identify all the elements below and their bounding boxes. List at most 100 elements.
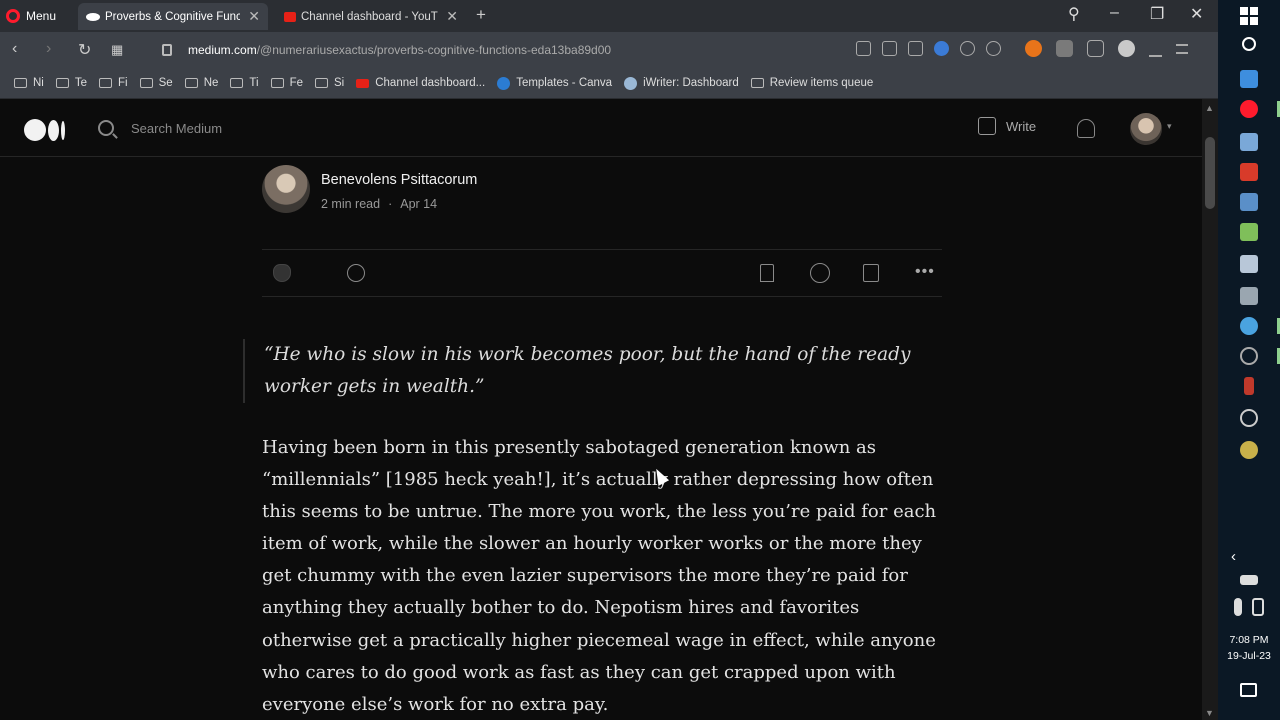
extensions-cube-icon[interactable] <box>1087 40 1104 57</box>
close-tab-icon[interactable]: ✕ <box>248 8 260 25</box>
app-files-icon[interactable] <box>1240 133 1258 151</box>
microphone-icon[interactable] <box>1234 598 1242 616</box>
bookmarks-bar: Ni Te Fi Se Ne Ti Fe Si Channel dashboar… <box>0 68 1218 99</box>
bookmark-folder[interactable]: Fi <box>99 77 128 89</box>
app-red-icon[interactable] <box>1244 377 1254 395</box>
bookmark-folder[interactable]: Se <box>139 77 173 89</box>
write-label: Write <box>1006 118 1037 134</box>
volume-icon[interactable] <box>1252 598 1264 616</box>
search-icon[interactable] <box>98 120 114 136</box>
bookmark-folder[interactable]: Fe <box>270 77 303 89</box>
tab-proverbs[interactable]: Proverbs & Cognitive Func ✕ <box>78 3 268 30</box>
clap-icon[interactable] <box>273 264 291 282</box>
back-button[interactable]: ‹ <box>12 40 17 58</box>
system-clock[interactable]: 7:08 PM 19-Jul-23 <box>1218 632 1280 664</box>
opera-taskbar-icon[interactable] <box>1240 100 1258 118</box>
author-name[interactable]: Benevolens Psittacorum <box>321 172 477 188</box>
share-icon[interactable] <box>863 264 879 282</box>
more-options-icon[interactable]: ••• <box>915 263 935 281</box>
response-icon[interactable] <box>347 264 365 282</box>
app-blue-icon[interactable] <box>1240 70 1258 88</box>
scrollbar-thumb[interactable] <box>1205 137 1215 209</box>
snapshot-icon[interactable] <box>908 41 923 56</box>
bookmark-icon[interactable] <box>760 264 774 282</box>
scroll-up-icon[interactable]: ▲ <box>1205 103 1214 113</box>
tab-title: Proverbs & Cognitive Func <box>105 10 241 23</box>
medium-favicon-icon <box>86 12 100 21</box>
iwriter-icon <box>624 76 638 90</box>
forward-button[interactable]: › <box>46 40 51 58</box>
close-window-button[interactable]: ✕ <box>1190 4 1203 24</box>
app-globe-icon[interactable] <box>1240 317 1258 335</box>
bookmark-folder[interactable]: Ti <box>230 77 259 89</box>
lock-icon <box>162 44 172 56</box>
reload-button[interactable]: ↻ <box>78 40 91 60</box>
heart-icon[interactable] <box>986 41 1001 56</box>
chevron-down-icon[interactable]: ▾ <box>1167 121 1172 132</box>
scroll-down-icon[interactable]: ▼ <box>1205 708 1214 718</box>
easy-setup-icon[interactable] <box>1176 43 1188 54</box>
tab-search-icon[interactable]: ⚲ <box>1068 4 1080 24</box>
minimize-button[interactable]: – <box>1110 4 1119 22</box>
bookmark-channel-dashboard[interactable]: Channel dashboard... <box>356 77 485 89</box>
user-avatar[interactable] <box>1130 113 1162 145</box>
article-action-bar: ••• <box>262 249 942 297</box>
restore-button[interactable]: ❐ <box>1150 4 1164 24</box>
bookmark-folder[interactable]: Ne <box>184 77 218 89</box>
article-meta: 2 min read · Apr 14 <box>321 197 437 211</box>
page-scrollbar[interactable]: ▲ ▼ <box>1202 99 1218 720</box>
bookmark-label: Templates - Canva <box>516 77 613 89</box>
close-tab-icon[interactable]: ✕ <box>446 8 458 25</box>
address-toolbar: ‹ › ↻ ▦ medium.com /@numerariusexactus/p… <box>0 32 1218 68</box>
bookmark-review-queue[interactable]: Review items queue <box>750 77 873 89</box>
bookmark-label: Te <box>74 77 88 89</box>
folder-icon <box>230 78 244 88</box>
app-yellow-icon[interactable] <box>1240 441 1258 459</box>
bookmark-folder[interactable]: Te <box>55 77 88 89</box>
author-avatar[interactable] <box>262 165 310 213</box>
app-circle-icon[interactable] <box>1240 347 1258 365</box>
medium-logo[interactable] <box>24 119 65 141</box>
extension-grey-icon[interactable] <box>1056 40 1073 57</box>
download-icon[interactable] <box>1149 40 1162 57</box>
folder-icon <box>99 78 113 88</box>
opera-menu-button[interactable]: Menu <box>6 5 56 27</box>
publish-date: Apr 14 <box>400 197 438 211</box>
shield-icon[interactable] <box>934 41 949 56</box>
new-tab-button[interactable]: + <box>476 5 486 25</box>
menu-label: Menu <box>26 9 57 23</box>
bookmark-canva[interactable]: Templates - Canva <box>497 76 613 90</box>
youtube-icon <box>356 78 370 88</box>
bookmark-label: Fe <box>289 77 303 89</box>
app-window-icon[interactable] <box>1240 193 1258 211</box>
address-actions <box>856 41 1001 56</box>
extension-orange-icon[interactable] <box>1025 40 1042 57</box>
app-doc-icon[interactable] <box>1240 255 1258 273</box>
bookmark-folder[interactable]: Ni <box>14 77 44 89</box>
tray-chevron-icon[interactable]: ‹ <box>1231 548 1236 565</box>
tab-channel-dashboard[interactable]: Channel dashboard - YouT ✕ <box>276 3 466 30</box>
bookmark-iwriter[interactable]: iWriter: Dashboard <box>624 76 739 90</box>
bookmark-folder[interactable]: Si <box>314 77 344 89</box>
notification-icon[interactable] <box>1240 683 1257 697</box>
app-green-icon[interactable] <box>1240 223 1258 241</box>
share-page-icon[interactable] <box>882 41 897 56</box>
play-icon[interactable] <box>810 263 830 283</box>
windows-start-icon[interactable] <box>1240 7 1258 25</box>
write-button[interactable]: Write <box>978 117 1036 135</box>
network-icon[interactable] <box>1240 575 1258 585</box>
clock-time: 7:08 PM <box>1229 634 1269 646</box>
taskbar-search-icon[interactable] <box>1242 37 1256 51</box>
url-field[interactable]: medium.com /@numerariusexactus/proverbs-… <box>160 38 850 62</box>
bell-icon[interactable] <box>1077 119 1095 138</box>
app-tool-icon[interactable] <box>1240 287 1258 305</box>
reader-mode-icon[interactable] <box>856 41 871 56</box>
settings-gear-icon[interactable] <box>1240 409 1258 427</box>
send-icon[interactable] <box>960 41 975 56</box>
speed-dial-icon[interactable]: ▦ <box>111 42 123 58</box>
bookmark-label: Ti <box>249 77 259 89</box>
search-input[interactable]: Search Medium <box>131 121 222 136</box>
medium-page: Search Medium Write ▾ Benevolens Psittac… <box>0 99 1202 720</box>
profile-icon[interactable] <box>1118 40 1135 57</box>
wps-icon[interactable] <box>1240 163 1258 181</box>
